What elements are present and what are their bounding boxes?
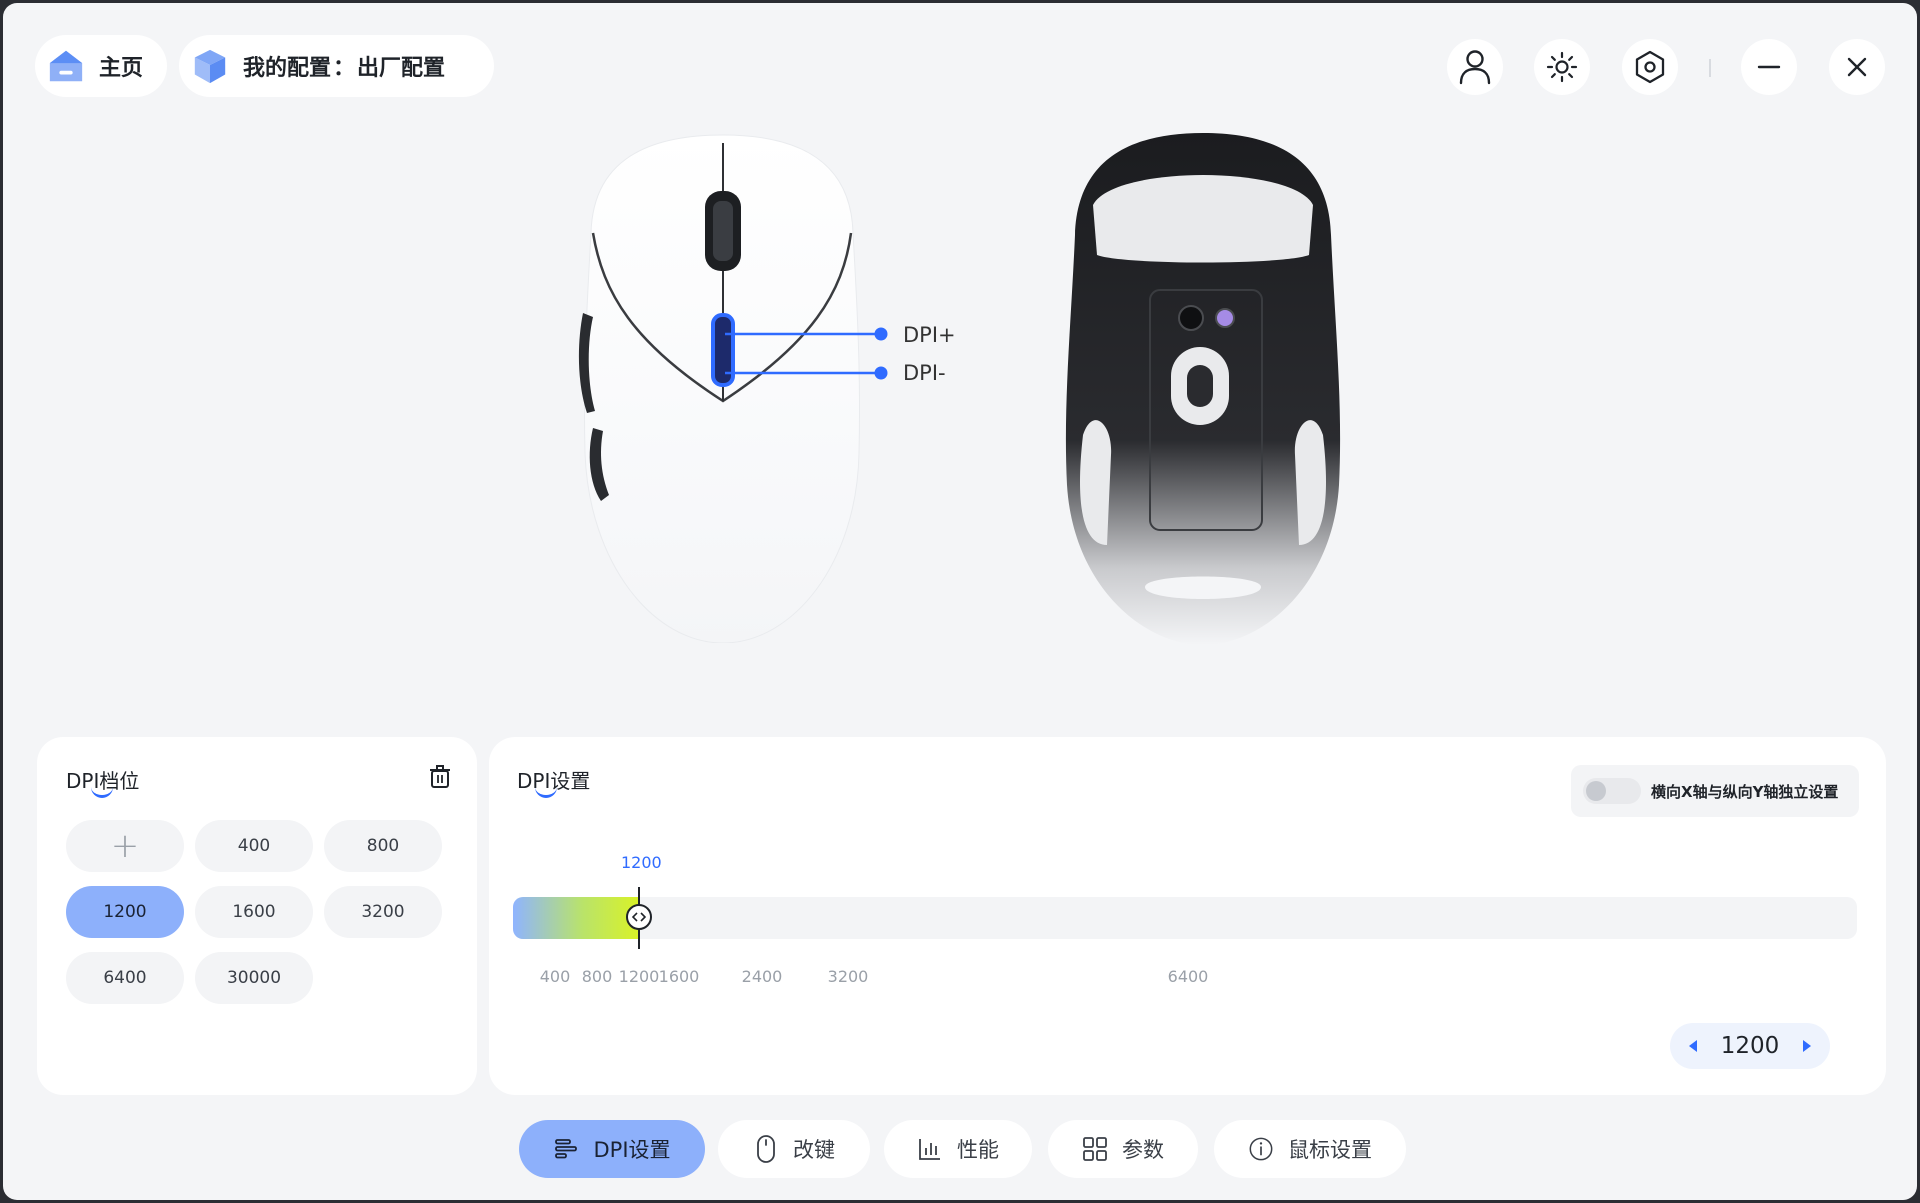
title-underline (91, 785, 113, 798)
mouse-icon (757, 1135, 775, 1163)
account-button[interactable] (1447, 39, 1503, 95)
profile-separator: ： (333, 56, 356, 81)
tab-label: DPI设置 (593, 1138, 671, 1162)
app-window: 主页 我的配置 ： 出厂配置 DPI+ DPI- DPI档位 + 400 800… (3, 3, 1917, 1200)
dpi-plus-label: DPI+ (903, 323, 956, 347)
dpi-minus-label: DPI- (903, 361, 946, 385)
info-icon (1249, 1137, 1273, 1161)
chart-icon (919, 1139, 940, 1160)
tab-performance[interactable]: 性能 (884, 1120, 1032, 1178)
slider-tick-label: 400 (539, 967, 571, 986)
dpi-level-30000[interactable]: 30000 (195, 952, 313, 1004)
tab-label: 鼠标设置 (1288, 1138, 1372, 1162)
sun-icon (1546, 51, 1578, 83)
slider-tick-label: 3200 (827, 967, 869, 986)
lighting-button[interactable] (1534, 39, 1590, 95)
trash-icon[interactable] (429, 765, 451, 789)
toggle-knob (1586, 781, 1606, 801)
independent-xy-label: 横向X轴与纵向Y轴独立设置 (1651, 782, 1839, 801)
dpi-levels-panel: DPI档位 + 400 800 1200 1600 3200 6400 3000… (37, 737, 477, 1095)
tab-label: 改键 (793, 1138, 835, 1162)
profile-selector[interactable]: 我的配置 ： 出厂配置 (179, 35, 494, 97)
minimize-icon (1757, 65, 1781, 69)
profile-name: 出厂配置 (357, 56, 446, 81)
drag-arrows-icon (632, 912, 646, 922)
tab-mouse-settings[interactable]: 鼠标设置 (1214, 1120, 1406, 1178)
add-dpi-button[interactable]: + (66, 820, 184, 872)
dpi-level-800[interactable]: 800 (324, 820, 442, 872)
slider-tick-label: 2400 (741, 967, 783, 986)
dpi-level-1600[interactable]: 1600 (195, 886, 313, 938)
mouse-bottom-view (1065, 133, 1341, 645)
decrease-dpi-button[interactable] (1684, 1037, 1702, 1055)
dpi-settings-panel: DPI设置 横向X轴与纵向Y轴独立设置 1200 400 800 1200 1600 2… (489, 737, 1886, 1095)
tab-label: 性能 (957, 1138, 999, 1162)
dpi-value-stepper: 1200 (1670, 1023, 1830, 1069)
profile-prefix: 我的配置 (243, 56, 332, 81)
hex-gear-icon (1635, 50, 1665, 84)
home-button[interactable]: 主页 (35, 35, 167, 97)
slider-tick-label: 1600 (658, 967, 700, 986)
slider-tick-label: 800 (581, 967, 613, 986)
caret-right-icon (1802, 1040, 1811, 1052)
grid-icon (1083, 1137, 1107, 1161)
cube-icon (194, 49, 226, 84)
home-icon (49, 50, 83, 82)
home-label: 主页 (99, 56, 144, 81)
dpi-slider-handle[interactable] (626, 904, 652, 930)
title-underline (535, 785, 557, 798)
slider-tick-label: 6400 (1167, 967, 1209, 986)
user-icon (1459, 50, 1491, 85)
dpi-value-display: 1200 (1720, 1033, 1780, 1059)
tab-key-remap[interactable]: 改键 (718, 1120, 870, 1178)
dpi-level-400[interactable]: 400 (195, 820, 313, 872)
slider-current-value: 1200 (621, 853, 662, 872)
dpi-callout-lines (725, 327, 888, 380)
dpi-slider-fill (513, 897, 639, 939)
minimize-button[interactable] (1741, 39, 1797, 95)
dpi-level-3200[interactable]: 3200 (324, 886, 442, 938)
slider-tick-label: 1200 (618, 967, 660, 986)
dpi-bars-icon (555, 1139, 578, 1159)
close-icon (1847, 57, 1867, 77)
tab-parameters[interactable]: 参数 (1048, 1120, 1198, 1178)
increase-dpi-button[interactable] (1798, 1037, 1816, 1055)
dpi-level-1200[interactable]: 1200 (66, 886, 184, 938)
settings-button[interactable] (1622, 39, 1678, 95)
independent-xy-setting: 横向X轴与纵向Y轴独立设置 (1571, 765, 1859, 817)
caret-left-icon (1689, 1040, 1697, 1052)
independent-xy-toggle[interactable] (1583, 778, 1641, 804)
toolbar-divider (1709, 59, 1711, 77)
tab-label: 参数 (1122, 1138, 1164, 1162)
dpi-slider-track[interactable] (513, 897, 1857, 939)
tab-dpi-settings[interactable]: DPI设置 (519, 1120, 705, 1178)
mouse-top-view (578, 134, 861, 643)
dpi-level-6400[interactable]: 6400 (66, 952, 184, 1004)
close-button[interactable] (1829, 39, 1885, 95)
